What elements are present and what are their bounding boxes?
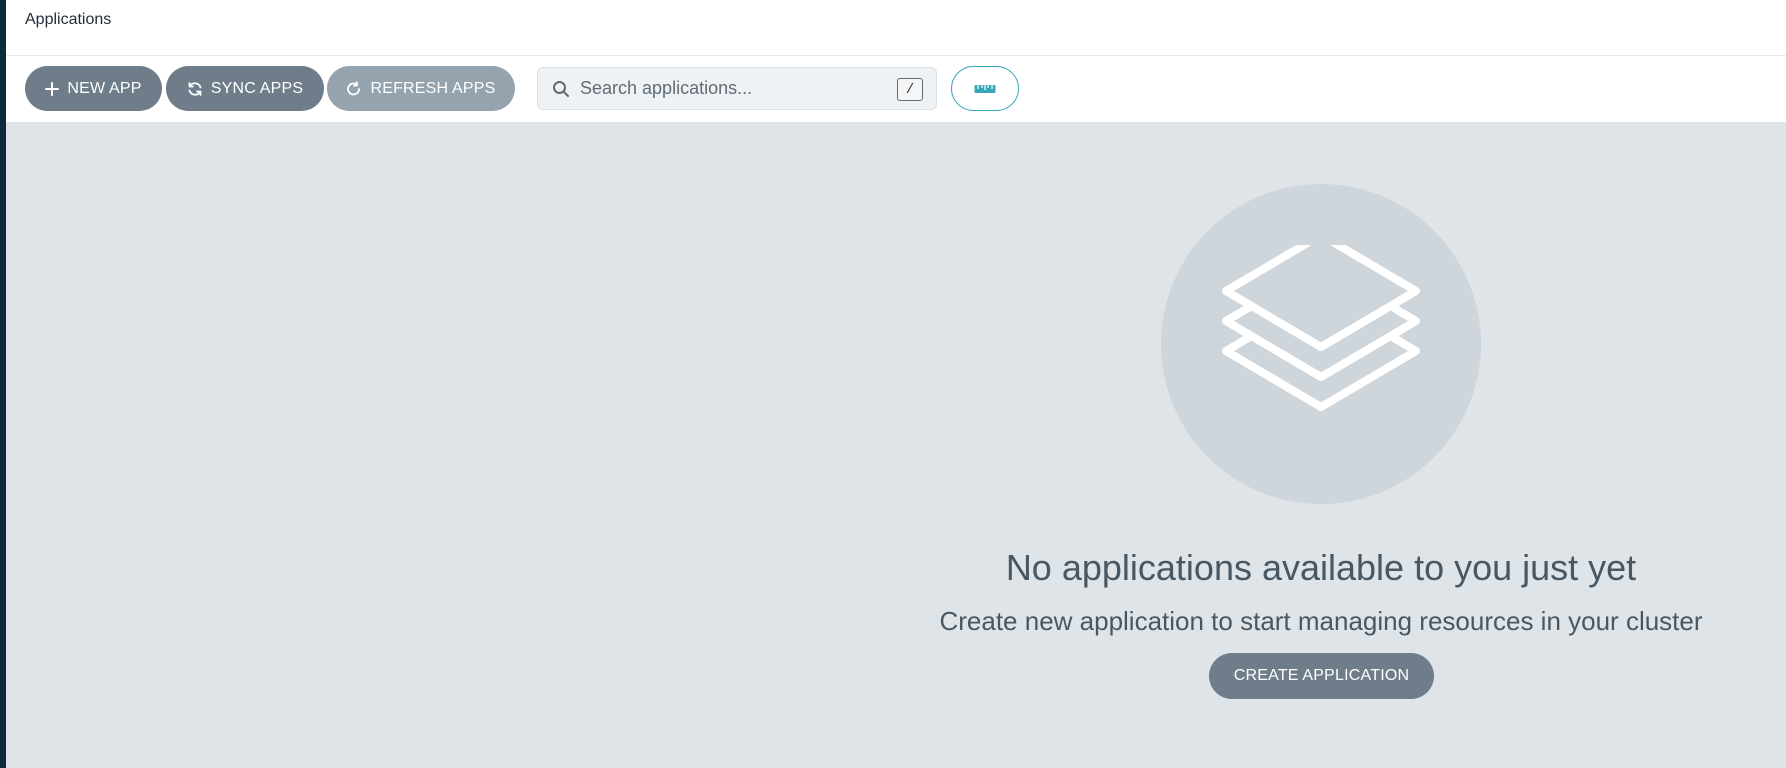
search-shortcut-hint: / xyxy=(897,78,923,101)
page-title: Applications xyxy=(25,11,112,28)
refresh-apps-button[interactable]: REFRESH APPS xyxy=(327,66,515,111)
sync-apps-button[interactable]: SYNC APPS xyxy=(166,66,324,111)
search-input[interactable] xyxy=(580,68,880,109)
new-app-label: NEW APP xyxy=(67,79,142,97)
empty-state-title: No applications available to you just ye… xyxy=(1005,547,1637,588)
create-application-button[interactable]: CREATE APPLICATION xyxy=(1209,653,1434,699)
empty-state-subtitle: Create new application to start managing… xyxy=(939,606,1703,636)
layers-stack-icon xyxy=(1222,245,1420,411)
plus-icon xyxy=(45,81,60,96)
sync-apps-label: SYNC APPS xyxy=(210,79,304,97)
search-icon xyxy=(553,81,569,97)
refresh-icon xyxy=(347,80,361,95)
main-content: No applications available to you just ye… xyxy=(6,122,1786,768)
sync-icon xyxy=(188,81,202,96)
view-density-button[interactable] xyxy=(951,66,1019,111)
refresh-apps-label: REFRESH APPS xyxy=(370,79,496,97)
page-header: Applications xyxy=(6,0,1786,56)
new-app-button[interactable]: NEW APP xyxy=(25,66,162,111)
ruler-icon xyxy=(974,84,996,93)
search-box: / xyxy=(537,67,937,110)
toolbar: NEW APP SYNC APPS REFRESH APPS / xyxy=(6,56,1786,122)
